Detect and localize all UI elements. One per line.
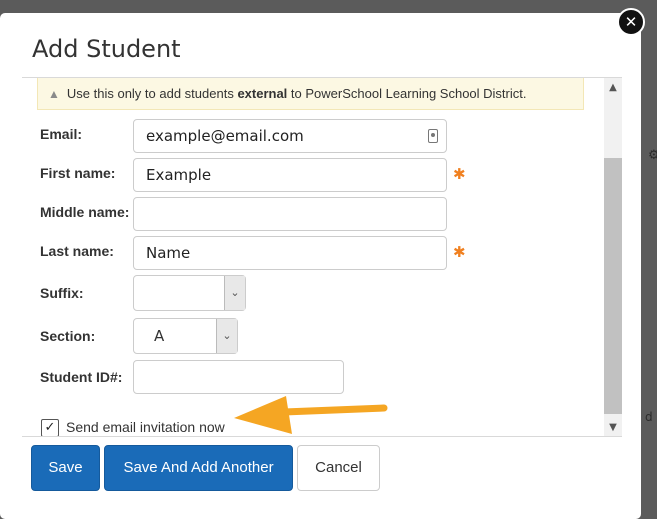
add-student-dialog: Add Student ▲ Use this only to add stude…: [0, 13, 641, 519]
annotation-arrow-icon: [234, 396, 388, 434]
dialog-scrollbar[interactable]: ▲ ▼: [604, 78, 622, 436]
close-button[interactable]: ✕: [617, 8, 645, 36]
dialog-body: ▲ Use this only to add students external…: [22, 77, 622, 437]
dialog-title: Add Student: [32, 35, 181, 63]
scrollbar-thumb[interactable]: [604, 158, 622, 414]
scroll-up-icon[interactable]: ▲: [604, 80, 622, 96]
save-and-add-another-button[interactable]: Save And Add Another: [104, 445, 293, 491]
scroll-down-icon[interactable]: ▼: [604, 420, 622, 436]
cancel-button[interactable]: Cancel: [297, 445, 380, 491]
close-icon: ✕: [624, 13, 638, 31]
save-button[interactable]: Save: [31, 445, 100, 491]
background-gear-icon: ⚙: [648, 148, 657, 163]
background-partial-text: d: [645, 410, 653, 424]
